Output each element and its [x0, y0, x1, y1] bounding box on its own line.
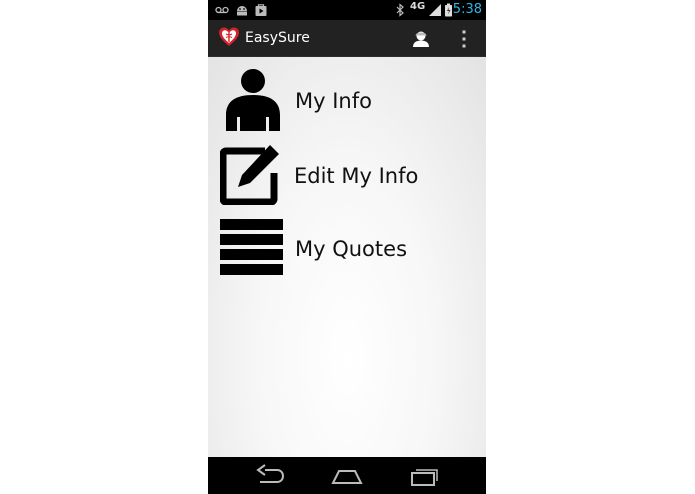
phone-screen: 4G 5:38 EasySure My Info Edit My Info My…: [208, 0, 486, 494]
menu-label-my-info: My Info: [295, 89, 372, 113]
overflow-menu-icon[interactable]: [452, 27, 476, 51]
bluetooth-icon: [396, 3, 404, 17]
action-bar: EasySure: [208, 20, 486, 57]
app-logo: [219, 27, 239, 46]
menu-label-my-quotes: My Quotes: [295, 237, 408, 261]
recent-apps-icon[interactable]: [407, 463, 443, 489]
status-time: 5:38: [452, 2, 482, 17]
edit-square-icon: [220, 145, 279, 205]
list-icon: [220, 219, 283, 275]
main-menu: My Info Edit My Info My Quotes: [208, 57, 486, 457]
battery-icon: [445, 3, 452, 17]
home-icon[interactable]: [329, 463, 365, 489]
person-icon: [226, 69, 280, 131]
play-store-icon: [255, 4, 267, 16]
network-4g-icon: 4G: [410, 1, 426, 12]
menu-item-edit-my-info[interactable]: Edit My Info: [208, 141, 486, 211]
app-title: EasySure: [245, 30, 310, 46]
menu-label-edit-my-info: Edit My Info: [294, 164, 419, 188]
back-icon[interactable]: [252, 463, 288, 489]
status-bar: 4G 5:38: [208, 0, 486, 20]
signal-icon: [429, 4, 441, 16]
voicemail-icon: [215, 6, 229, 14]
account-icon[interactable]: [409, 27, 433, 51]
android-debug-icon: [237, 6, 247, 16]
menu-item-my-quotes[interactable]: My Quotes: [208, 215, 486, 285]
menu-item-my-info[interactable]: My Info: [208, 65, 486, 135]
navigation-bar: [208, 457, 486, 494]
